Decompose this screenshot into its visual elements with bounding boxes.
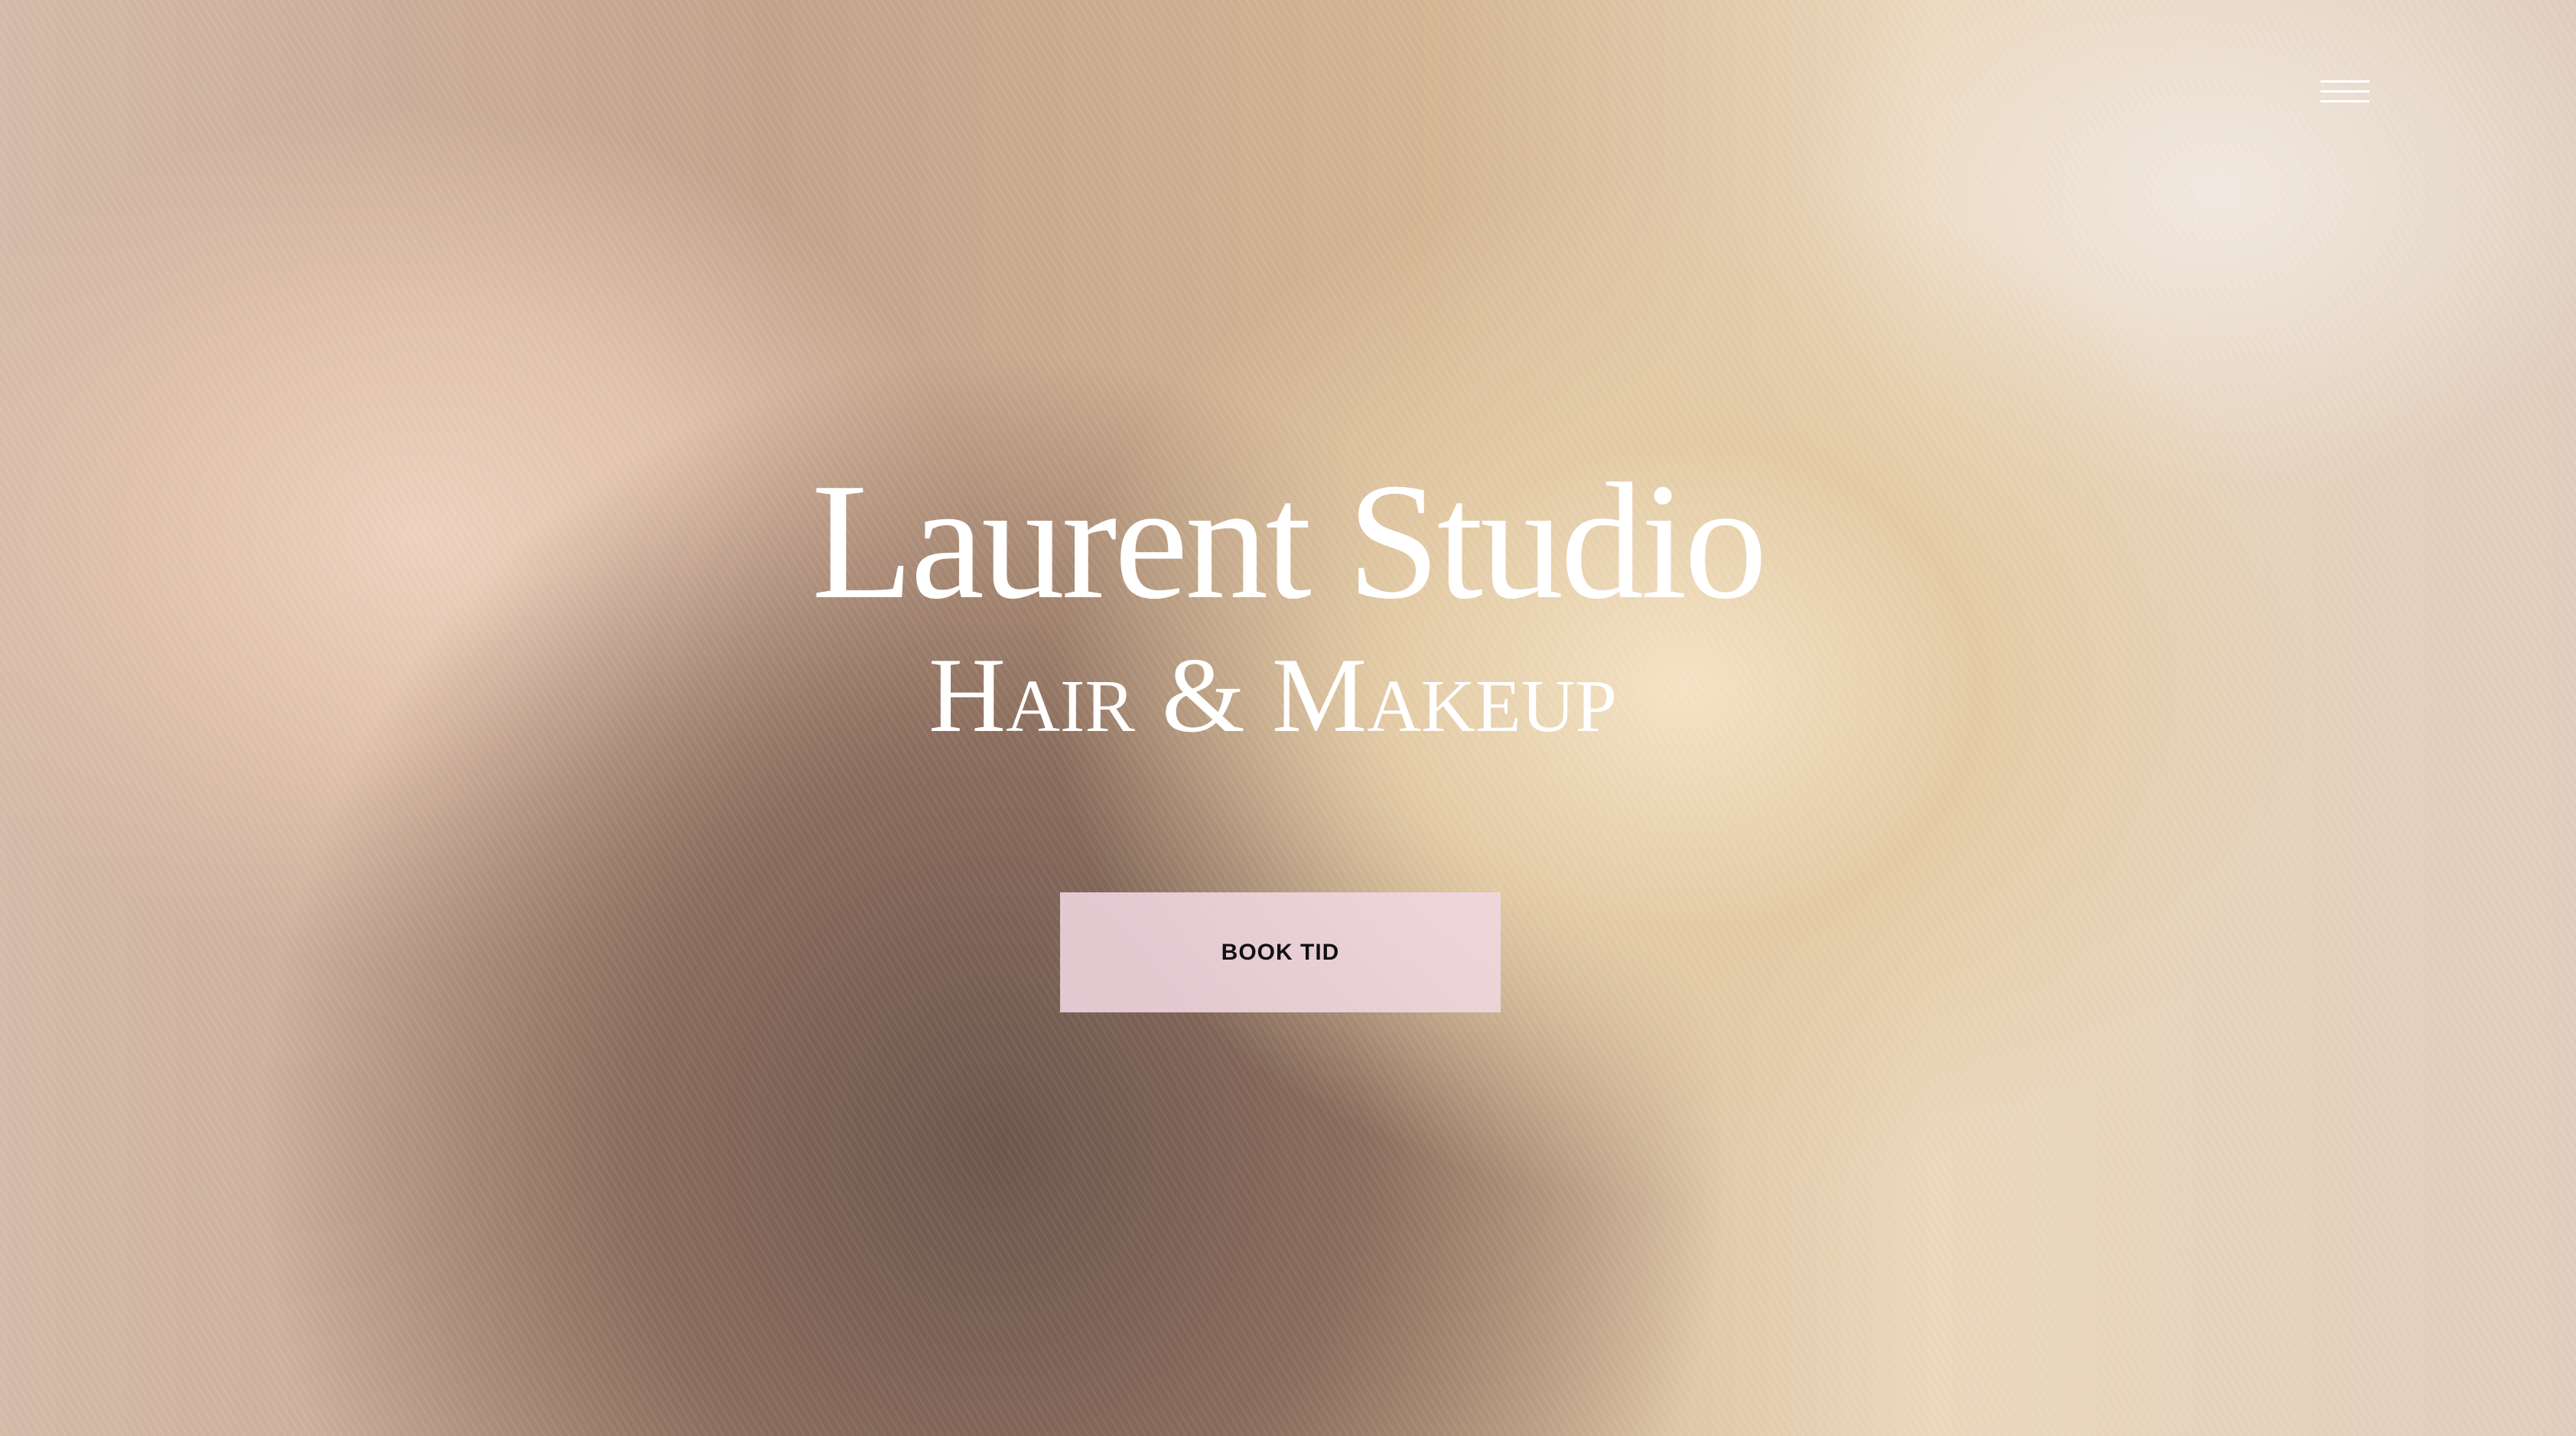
menu-line — [2321, 100, 2369, 102]
brand-title: Laurent Studio — [812, 450, 1768, 634]
menu-line — [2321, 90, 2369, 93]
hero-background-image: Laurent Studio Hair & Makeup BOOK TID — [0, 0, 2576, 1436]
menu-line — [2321, 80, 2369, 83]
hamburger-menu-icon[interactable] — [2321, 76, 2369, 107]
book-appointment-button[interactable]: BOOK TID — [1060, 892, 1501, 1012]
brand-subtitle: Hair & Makeup — [929, 636, 1617, 755]
